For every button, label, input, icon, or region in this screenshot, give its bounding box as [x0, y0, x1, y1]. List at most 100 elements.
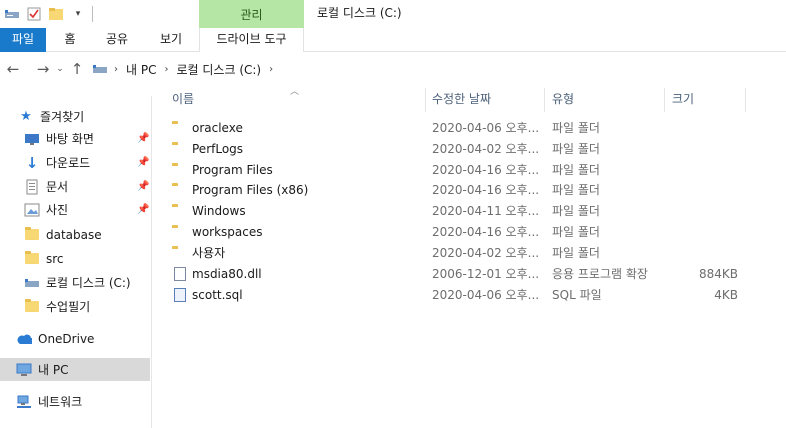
pin-icon[interactable]: 📌 — [137, 157, 149, 168]
file-date: 2020-04-16 오후... — [432, 163, 540, 177]
computer-icon — [16, 362, 32, 378]
tab-view[interactable]: 보기 — [157, 28, 185, 52]
network-icon — [16, 394, 32, 410]
file-name: msdia80.dll — [192, 267, 262, 281]
sidebar-item-label: database — [46, 227, 102, 242]
file-size — [672, 201, 738, 222]
documents-icon — [24, 179, 40, 195]
file-name: Program Files (x86) — [192, 183, 309, 197]
file-type: 파일 폴더 — [552, 163, 600, 177]
sidebar-item-database[interactable]: database — [0, 223, 150, 246]
sidebar-item-quick-access[interactable]: ★ 즐겨찾기 — [0, 105, 150, 128]
column-divider[interactable] — [544, 88, 545, 112]
file-date: 2006-12-01 오후... — [432, 267, 540, 281]
folder-icon — [24, 251, 40, 267]
column-divider[interactable] — [664, 88, 665, 112]
breadcrumb-item-this-pc[interactable]: 내 PC — [126, 61, 156, 78]
file-size: 4KB — [714, 288, 738, 302]
file-type: 응용 프로그램 확장 — [552, 267, 648, 281]
folder-icon — [172, 206, 188, 218]
folder-icon — [172, 144, 188, 156]
sidebar-item-this-pc[interactable]: 내 PC — [0, 358, 150, 381]
column-header-date[interactable]: 수정한 날짜 — [432, 84, 542, 114]
forward-arrow-icon[interactable]: → — [32, 58, 54, 80]
pin-icon[interactable]: 📌 — [137, 181, 149, 192]
file-date: 2020-04-06 오후... — [432, 121, 540, 135]
sidebar-item-local-disk[interactable]: 로컬 디스크 (C:) — [0, 271, 150, 294]
sidebar-item-label: 문서 — [46, 180, 69, 194]
drive-icon[interactable] — [2, 4, 22, 24]
chevron-right-icon[interactable]: › — [164, 64, 168, 75]
sidebar-item-network[interactable]: 네트워크 — [0, 390, 150, 413]
list-item[interactable]: msdia80.dll 2006-12-01 오후... 응용 프로그램 확장 … — [152, 264, 772, 285]
chevron-right-icon[interactable]: › — [269, 64, 273, 75]
file-type: 파일 폴더 — [552, 225, 600, 239]
breadcrumb-item-local-disk[interactable]: 로컬 디스크 (C:) — [176, 61, 261, 78]
desktop-icon — [24, 131, 40, 147]
list-item[interactable]: Program Files (x86) 2020-04-16 오후... 파일 … — [152, 180, 772, 201]
file-list: ︿ 이름 수정한 날짜 유형 크기 oraclexe 2020-04-06 오후… — [152, 84, 786, 428]
sidebar-item-desktop[interactable]: 바탕 화면 📌 — [0, 127, 150, 150]
sidebar-item-documents[interactable]: 문서 📌 — [0, 175, 150, 198]
sidebar-item-pictures[interactable]: 사진 📌 — [0, 198, 150, 221]
sidebar-item-label: 수업필기 — [46, 300, 91, 314]
list-item[interactable]: scott.sql 2020-04-06 오후... SQL 파일 4KB — [152, 285, 772, 306]
file-name: scott.sql — [192, 288, 243, 302]
sidebar-item-label: src — [46, 251, 64, 266]
sidebar-item-label: 사진 — [46, 203, 69, 217]
column-header-type[interactable]: 유형 — [552, 84, 662, 114]
drive-icon — [92, 63, 108, 75]
sidebar-item-label: OneDrive — [38, 331, 95, 346]
file-type: SQL 파일 — [552, 288, 602, 302]
column-header-size[interactable]: 크기 — [672, 84, 742, 114]
quick-access-toolbar: ▾ — [0, 0, 97, 28]
chevron-right-icon[interactable]: › — [114, 64, 118, 75]
file-size — [672, 222, 738, 243]
column-divider[interactable] — [425, 88, 426, 112]
sidebar-item-src[interactable]: src — [0, 247, 150, 270]
file-date: 2020-04-11 오후... — [432, 204, 540, 218]
star-icon: ★ — [20, 109, 32, 124]
properties-icon[interactable] — [24, 4, 44, 24]
file-name: workspaces — [192, 225, 263, 239]
list-item[interactable]: 사용자 2020-04-02 오후... 파일 폴더 — [152, 243, 772, 264]
column-divider[interactable] — [745, 88, 746, 112]
sidebar-item-downloads[interactable]: ↓ 다운로드 📌 — [0, 151, 150, 174]
tab-manage[interactable]: 관리 — [199, 0, 304, 28]
back-arrow-icon[interactable]: ← — [2, 58, 24, 80]
sql-file-icon — [174, 288, 186, 302]
file-type: 파일 폴더 — [552, 204, 600, 218]
folder-icon — [24, 299, 40, 315]
tab-file[interactable]: 파일 — [0, 28, 46, 52]
folder-icon — [172, 123, 188, 135]
file-size — [672, 139, 738, 160]
list-item[interactable]: Windows 2020-04-11 오후... 파일 폴더 — [152, 201, 772, 222]
tab-home[interactable]: 홈 — [58, 28, 82, 52]
list-item[interactable]: workspaces 2020-04-16 오후... 파일 폴더 — [152, 222, 772, 243]
file-size — [672, 243, 738, 264]
new-folder-icon[interactable] — [46, 4, 66, 24]
file-name: oraclexe — [192, 121, 243, 135]
recent-locations-chevron-icon[interactable]: ⌄ — [54, 58, 66, 80]
file-type: 파일 폴더 — [552, 142, 600, 156]
ribbon-tabs: 파일 홈 공유 보기 드라이브 도구 — [0, 28, 786, 52]
sidebar-item-label: 바탕 화면 — [46, 132, 94, 146]
file-type: 파일 폴더 — [552, 183, 600, 197]
dll-file-icon — [174, 267, 186, 281]
tab-drive-tools[interactable]: 드라이브 도구 — [199, 28, 304, 52]
cloud-icon — [16, 331, 32, 347]
list-item[interactable]: Program Files 2020-04-16 오후... 파일 폴더 — [152, 160, 772, 181]
sidebar-item-class-notes[interactable]: 수업필기 — [0, 295, 150, 318]
pin-icon[interactable]: 📌 — [137, 133, 149, 144]
file-date: 2020-04-16 오후... — [432, 183, 540, 197]
sidebar-item-label: 로컬 디스크 (C:) — [46, 276, 131, 290]
list-item[interactable]: oraclexe 2020-04-06 오후... 파일 폴더 — [152, 118, 772, 139]
tab-share[interactable]: 공유 — [103, 28, 131, 52]
pin-icon[interactable]: 📌 — [137, 204, 149, 215]
sidebar-item-onedrive[interactable]: OneDrive — [0, 327, 150, 350]
up-arrow-icon[interactable]: ↑ — [66, 58, 88, 80]
customize-toolbar-icon[interactable]: ▾ — [68, 4, 88, 24]
list-item[interactable]: PerfLogs 2020-04-02 오후... 파일 폴더 — [152, 139, 772, 160]
folder-icon — [24, 227, 40, 243]
column-header-name[interactable]: 이름 — [172, 84, 422, 114]
